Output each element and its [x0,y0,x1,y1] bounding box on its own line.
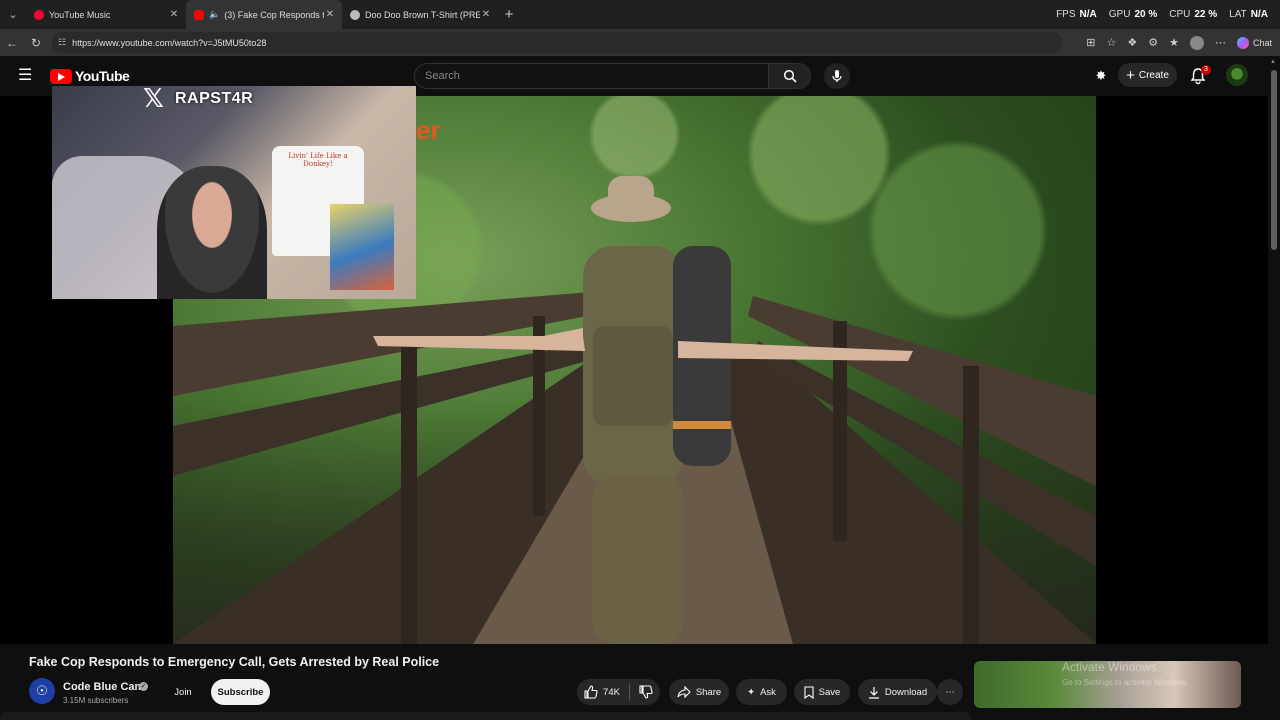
browser-tab-youtube-music[interactable]: YouTube Music ✕ [26,0,186,29]
thumbs-down-icon[interactable] [639,685,653,699]
ask-label: Ask [760,686,776,698]
copilot-icon [1236,36,1249,49]
more-horizontal-icon: ⋯ [945,686,955,698]
browser-tab-tshirt[interactable]: Doo Doo Brown T-Shirt (PRE-ORD ✕ [342,0,498,29]
browser-toolbar: ← ↻ ☷ https://www.youtube.com/watch?v=J5… [0,29,1280,56]
like-dislike-group: 74K [577,679,660,705]
save-label: Save [818,686,841,698]
youtube-play-icon [50,68,72,84]
search-box [414,63,811,89]
streamer-webcam-overlay: Livin' Life Like a Donkey! [52,86,416,299]
notification-count-badge: 3 [1201,65,1211,75]
tab-title: (3) Fake Cop Responds to Em [224,9,324,20]
tshirt-text: Livin' Life Like a Donkey! [288,152,348,168]
app-install-icon[interactable]: ⊞ [1086,36,1095,49]
verified-check-icon: ✓ [139,682,148,691]
chat-label: Chat [1252,37,1272,48]
bookmark-icon [804,685,814,699]
tab-title: Doo Doo Brown T-Shirt (PRE-ORD [365,9,480,20]
channel-name[interactable]: Code Blue Cam [63,681,144,693]
search-input[interactable] [415,64,768,88]
close-tab-icon[interactable]: ✕ [480,9,492,20]
gpu-readout: GPU 20 % [1108,9,1158,20]
voice-search-button[interactable] [824,63,850,89]
account-avatar[interactable] [1226,64,1248,86]
create-label: Create [1138,69,1169,81]
tab-title: YouTube Music [49,9,111,20]
favorite-star-icon[interactable]: ☆ [1106,36,1116,49]
address-bar[interactable]: ☷ https://www.youtube.com/watch?v=J5tMU5… [52,32,1062,53]
download-icon [868,686,879,699]
favorites-bar-icon[interactable]: ★ [1169,36,1179,49]
ask-button[interactable]: ✦ Ask [736,679,787,705]
browser-tab-active-video[interactable]: 🔈 (3) Fake Cop Responds to Em ✕ [186,0,342,29]
copilot-chat-button[interactable]: Chat [1236,36,1272,49]
stream-handle: RAPST4R [175,90,254,107]
fps-readout: FPS N/A [1056,9,1097,20]
create-button[interactable]: + Create [1118,63,1177,87]
streamer-figure [157,166,267,299]
close-tab-icon[interactable]: ✕ [168,9,180,20]
share-button[interactable]: Share [669,679,729,705]
subscriber-count: 3.15M subscribers [63,696,129,705]
microphone-icon [832,70,842,82]
channel-avatar[interactable]: ☉ [29,678,55,704]
join-button[interactable]: Join [168,679,198,705]
site-info-icon[interactable]: ☷ [58,37,66,48]
join-label: Join [174,686,192,698]
youtube-music-favicon-icon [34,9,44,20]
youtube-logo[interactable]: YouTube [50,68,130,84]
shop-favicon-icon [350,9,360,20]
download-button[interactable]: Download [858,679,937,705]
url-text: https://www.youtube.com/watch?v=J5tMU50t… [72,37,267,48]
wall-poster [330,204,394,290]
youtube-favicon-icon [194,9,204,20]
activate-windows-title: Activate Windows [1062,660,1157,674]
plus-icon: + [1126,66,1135,84]
x-logo-icon: 𝕏 [143,84,164,114]
toolbar-actions: ⊞ ☆ ❖ ⚙ ★ ⋯ Chat [1086,29,1272,56]
stream-handle-tag: 𝕏 RAPST4R [143,86,253,112]
cpu-readout: CPU 22 % [1169,9,1218,20]
close-tab-icon[interactable]: ✕ [324,9,336,20]
speaker-icon[interactable]: 🔈 [209,9,220,20]
reload-icon[interactable]: ↻ [24,36,48,50]
share-label: Share [695,686,722,698]
sparkle-icon: ✦ [747,686,756,698]
like-count[interactable]: 74K [603,687,620,698]
download-label: Download [884,686,928,698]
extensions-puzzle-icon[interactable]: ❖ [1127,36,1137,49]
scroll-thumb[interactable] [1271,70,1277,250]
new-tab-plus-icon[interactable]: + [498,6,520,23]
hamburger-menu-icon[interactable]: ☰ [18,68,36,84]
youtube-wordmark: YouTube [75,68,130,84]
extension-gear-icon[interactable]: ✸ [1093,68,1109,84]
search-button[interactable] [768,64,810,88]
scroll-up-arrow-icon[interactable]: ▲ [1270,59,1276,65]
profile-avatar-icon[interactable] [1189,35,1204,50]
thumbs-up-icon[interactable] [584,685,598,699]
subscribe-label: Subscribe [217,686,264,698]
share-arrow-icon [677,686,691,698]
activate-windows-subtitle: Go to Settings to activate Windows. [1062,678,1189,687]
back-arrow-icon[interactable]: ← [0,36,24,50]
save-button[interactable]: Save [794,679,850,705]
like-divider [628,684,630,700]
video-title: Fake Cop Responds to Emergency Call, Get… [29,655,440,669]
description-panel-edge [0,712,970,720]
more-menu-icon[interactable]: ⋯ [1215,36,1226,49]
channel-action-row: ☉ Code Blue Cam ✓ 3.15M subscribers Join… [29,678,969,708]
tab-list-chevron-icon[interactable]: ⌄ [0,0,26,29]
lat-readout: LAT N/A [1229,9,1268,20]
subscribe-button[interactable]: Subscribe [211,679,270,705]
video-overlay-text: er [416,115,441,145]
search-icon [783,69,797,83]
page-scrollbar[interactable]: ▲ [1268,56,1280,720]
more-actions-button[interactable]: ⋯ [937,679,963,705]
browser-tab-strip: ⌄ YouTube Music ✕ 🔈 (3) Fake Cop Respond… [0,0,1280,29]
extension-icon[interactable]: ⚙ [1148,36,1158,49]
performance-overlay: FPS N/A GPU 20 % CPU 22 % LAT N/A [1056,0,1268,29]
